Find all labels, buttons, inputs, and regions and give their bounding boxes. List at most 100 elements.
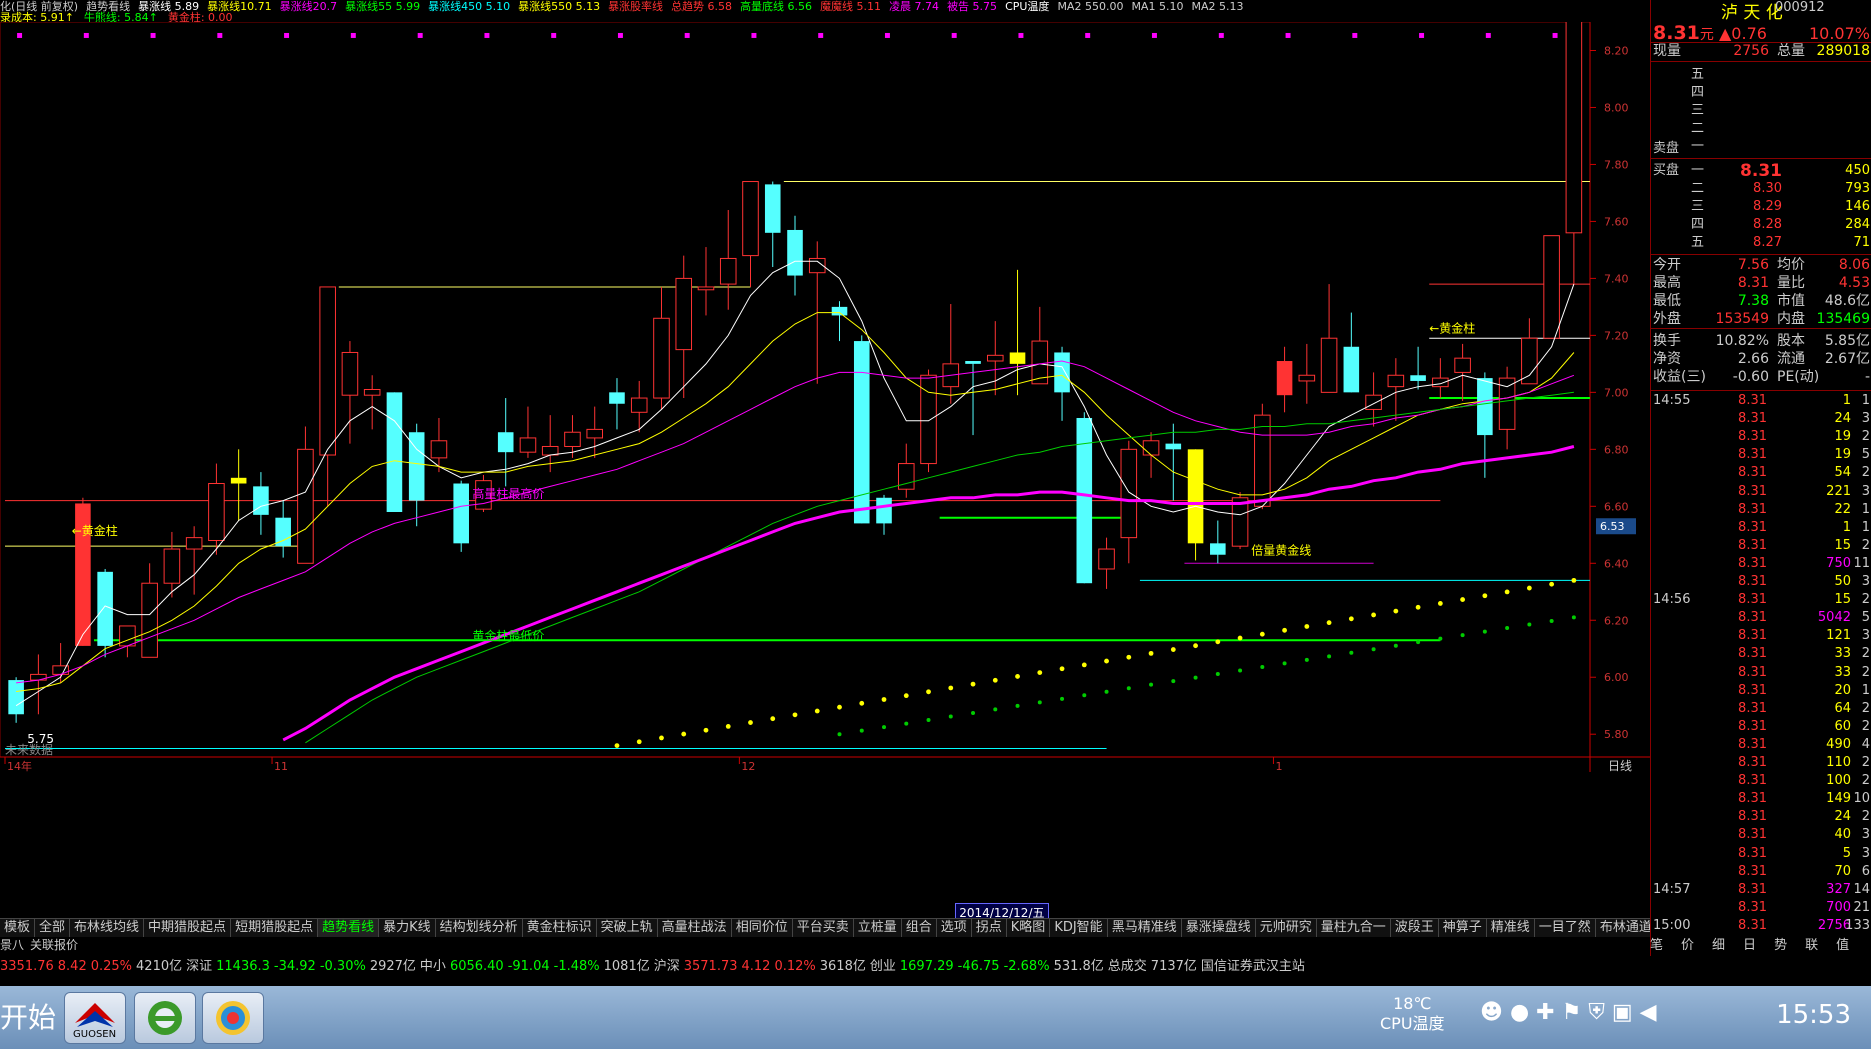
- browser-icon[interactable]: [202, 992, 264, 1044]
- candle: [1565, 22, 1583, 285]
- volume-icon[interactable]: ◀: [1640, 1000, 1657, 1025]
- tick-row: 8.31 24 2: [1651, 808, 1871, 826]
- buy-label: 买盘: [1653, 163, 1680, 178]
- candle: [1498, 366, 1516, 450]
- candle: [185, 526, 203, 595]
- indicator-tab[interactable]: 元帅研究: [1256, 919, 1317, 937]
- indicator-tab[interactable]: 神算子: [1439, 919, 1487, 937]
- tick-count: 2: [1861, 537, 1870, 553]
- tick-row: 8.31 20 1: [1651, 682, 1871, 700]
- user-icon[interactable]: ☻: [1480, 1000, 1503, 1025]
- indicator-tab[interactable]: 黑马精准线: [1108, 919, 1182, 937]
- indicator-tab[interactable]: KDJ智能: [1050, 919, 1108, 937]
- stat-label: 内盘: [1777, 311, 1805, 327]
- network-icon[interactable]: ▣: [1612, 1000, 1633, 1025]
- indicator-tab[interactable]: 平台买卖: [793, 919, 854, 937]
- tick-count: 1: [1861, 682, 1870, 698]
- guosen-app-icon[interactable]: GUOSEN: [64, 992, 126, 1044]
- tick-row: 8.31 149 10: [1651, 790, 1871, 808]
- quote-tab[interactable]: 价: [1681, 938, 1694, 953]
- tick-count: 2: [1861, 646, 1870, 662]
- quote-tab[interactable]: 值: [1836, 938, 1849, 953]
- indicator-tab[interactable]: 高量柱战法: [658, 919, 732, 937]
- trend-dot: [1238, 668, 1243, 673]
- indicator-tab[interactable]: 立桩量: [854, 919, 902, 937]
- stat-value: 7.38: [1737, 293, 1769, 309]
- flag-icon[interactable]: ⚑: [1562, 1000, 1582, 1025]
- left-tab[interactable]: 关联报价: [30, 938, 78, 952]
- trend-dot: [1348, 616, 1354, 622]
- sell-level: 五: [1691, 67, 1705, 82]
- tick-volume: 20: [1834, 682, 1851, 698]
- candle: [1098, 537, 1115, 589]
- chart-annotation: ←黄金柱: [72, 523, 118, 538]
- trend-dot: [1282, 661, 1287, 666]
- tick-volume: 5: [1842, 845, 1851, 861]
- index-value: 创业: [869, 959, 896, 974]
- y-tick-label: 7.60: [1604, 215, 1629, 228]
- left-tab[interactable]: 景八: [0, 938, 24, 952]
- indicator-tab[interactable]: 结构划线分析: [436, 919, 523, 937]
- indicator-tab[interactable]: 模板: [0, 919, 36, 937]
- trend-dot: [703, 727, 709, 733]
- tick-price: 8.31: [1738, 465, 1767, 481]
- buy-price: 8.28: [1753, 217, 1782, 232]
- marker: ▪: [1418, 30, 1425, 41]
- tick-price: 8.31: [1738, 736, 1767, 752]
- quote-tab[interactable]: 日: [1743, 938, 1756, 953]
- stat-value: 10.82%: [1715, 333, 1769, 349]
- indicator-tab[interactable]: 组合: [902, 919, 937, 937]
- tick-time: 14:57: [1653, 881, 1691, 897]
- indicator-tab[interactable]: 布林线均线: [70, 919, 145, 937]
- indicator-tab[interactable]: 黄金柱标识: [523, 919, 597, 937]
- tick-row: 8.31 221 3: [1651, 483, 1871, 501]
- trend-dot: [926, 689, 931, 695]
- quote-tab[interactable]: 势: [1774, 938, 1787, 953]
- stat-value: 135469: [1816, 311, 1870, 327]
- indicator-tab[interactable]: 中期猎股起点: [144, 919, 232, 937]
- price-change: ▲0.76: [1719, 24, 1767, 43]
- quote-tab[interactable]: 细: [1712, 938, 1725, 953]
- indicator-tab[interactable]: 暴涨操盘线: [1182, 919, 1256, 937]
- last-price: 8.31元: [1653, 22, 1714, 44]
- indicator-tab[interactable]: 精准线: [1487, 919, 1535, 937]
- indicator-tab[interactable]: 短期猎股起点: [231, 919, 319, 937]
- trend-dot: [1349, 650, 1354, 655]
- kline-chart[interactable]: 8.20 8.00 7.80 7.60 7.40 7.20 7.00 6.80 6.60 6.40…: [0, 22, 1650, 918]
- qq-icon[interactable]: ●: [1510, 1000, 1529, 1025]
- tick-count: 3: [1861, 845, 1870, 861]
- y-tick-label: 6.80: [1604, 443, 1629, 456]
- system-tray[interactable]: ☻ ● ✚ ⚑ ⛨ ▣ ◀: [1480, 1000, 1657, 1025]
- quote-tab[interactable]: 笔: [1650, 938, 1663, 953]
- start-button[interactable]: 开始: [0, 996, 56, 1036]
- trend-dot: [1060, 696, 1065, 701]
- ie-icon[interactable]: [134, 992, 196, 1044]
- quote-panel: 泸 天 化 000912 8.31元 ▲0.76 10.07% 现量 2756 …: [1650, 0, 1871, 958]
- trend-dot: [1415, 604, 1421, 610]
- candle: [876, 494, 892, 535]
- indicator-tab[interactable]: 突破上轨: [597, 919, 658, 937]
- stat-label: 最高: [1653, 275, 1681, 291]
- indicator-tab[interactable]: 相同价位: [732, 919, 793, 937]
- trend-dot: [1393, 608, 1399, 614]
- indicator-tab[interactable]: 暴力K线: [379, 919, 436, 937]
- tick-price: 8.31: [1738, 393, 1767, 408]
- indicator-tab[interactable]: 趋势看线: [318, 919, 380, 937]
- trend-dot: [1437, 601, 1443, 606]
- tick-volume: 2756: [1817, 917, 1851, 933]
- shield-icon[interactable]: ⛨: [1588, 1000, 1605, 1025]
- indicator-tab[interactable]: 布林通道: [1596, 919, 1650, 937]
- indicator-tab[interactable]: 波段王: [1391, 919, 1439, 937]
- indicator-tab[interactable]: 全部: [35, 919, 71, 937]
- indicator-tab[interactable]: K略图: [1007, 919, 1051, 937]
- indicator-tab[interactable]: 选项: [937, 919, 972, 937]
- tick-row: 8.31 50 3: [1651, 573, 1871, 591]
- candle: [586, 406, 604, 458]
- plus-icon[interactable]: ✚: [1536, 1000, 1554, 1025]
- stat-label: 外盘: [1653, 311, 1681, 327]
- indicator-tab[interactable]: 拐点: [972, 919, 1007, 937]
- indicator-tab[interactable]: 一目了然: [1535, 919, 1596, 937]
- quote-tab[interactable]: 联: [1805, 938, 1818, 953]
- candle: [675, 255, 693, 399]
- indicator-tab[interactable]: 量柱九合一: [1317, 919, 1391, 937]
